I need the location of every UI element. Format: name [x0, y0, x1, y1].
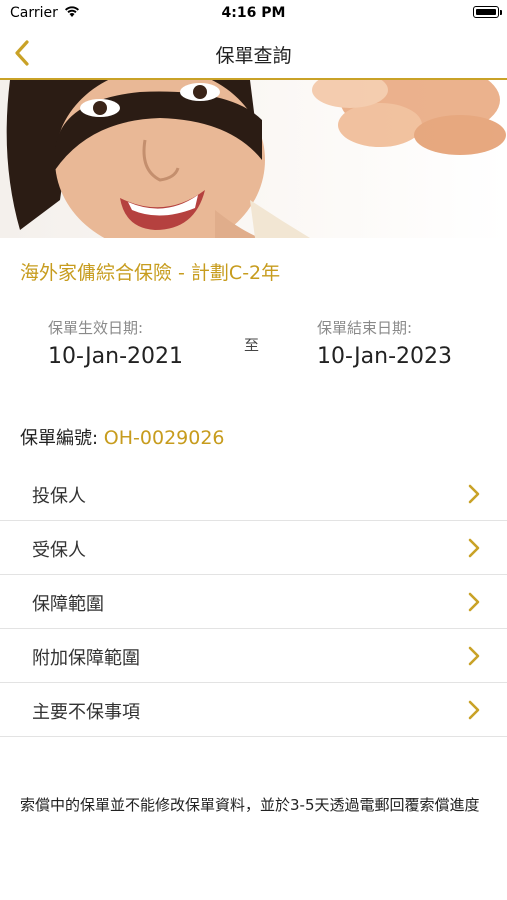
chevron-right-icon: [468, 592, 480, 612]
menu-item-label: 附加保障範圍: [32, 648, 140, 669]
chevron-right-icon: [468, 538, 480, 558]
policy-number-label: 保單編號:: [20, 428, 104, 449]
menu-item-coverage[interactable]: 保障範圍: [0, 575, 507, 629]
chevron-right-icon: [468, 646, 480, 666]
start-date-value: 10-Jan-2021: [48, 344, 183, 369]
menu-item-label: 投保人: [32, 486, 86, 507]
policy-menu-list: 投保人 受保人 保障範圍 附加保障範圍 主要不保事項: [0, 467, 507, 737]
end-date-label: 保單結束日期:: [317, 319, 413, 337]
menu-item-insured[interactable]: 受保人: [0, 521, 507, 575]
menu-item-label: 保障範圍: [32, 594, 104, 615]
menu-item-policyholder[interactable]: 投保人: [0, 467, 507, 521]
claim-note: 索償中的保單並不能修改保單資料，並於3-5天透過電郵回覆索償進度: [20, 796, 480, 814]
menu-item-label: 受保人: [32, 540, 86, 561]
chevron-right-icon: [468, 700, 480, 720]
navigation-bar: 保單查詢: [0, 28, 507, 80]
to-label: 至: [244, 336, 260, 354]
plan-name: 海外家傭綜合保險 - 計劃C-2年: [20, 262, 281, 284]
menu-item-additional-coverage[interactable]: 附加保障範圍: [0, 629, 507, 683]
page-title: 保單查詢: [215, 45, 292, 67]
menu-item-label: 主要不保事項: [32, 702, 140, 723]
battery-icon: [473, 6, 502, 18]
menu-item-major-exclusions[interactable]: 主要不保事項: [0, 683, 507, 737]
hero-banner-image: [0, 80, 507, 238]
clock: 4:16 PM: [221, 5, 286, 21]
chevron-right-icon: [468, 484, 480, 504]
status-bar: Carrier 4:16 PM: [0, 0, 507, 28]
end-date-value: 10-Jan-2023: [317, 344, 452, 369]
policy-number-value: OH-0029026: [103, 427, 225, 449]
start-date-label: 保單生效日期:: [48, 319, 144, 337]
policy-number-row: 保單編號: OH-0029026: [20, 424, 225, 450]
